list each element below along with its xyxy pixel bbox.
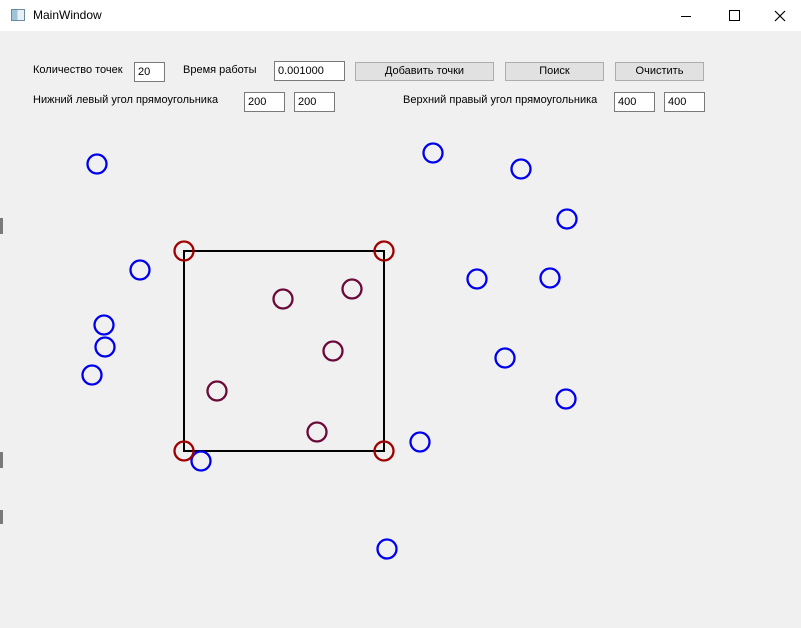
close-icon <box>774 10 786 21</box>
upper-right-y-input[interactable]: 400 <box>664 92 705 112</box>
app-icon <box>11 9 25 21</box>
point-marker-outside <box>94 336 116 358</box>
point-marker-inside <box>306 421 328 443</box>
clear-button[interactable]: Очистить <box>615 62 704 81</box>
upper-right-corner-label: Верхний правый угол прямоугольника <box>403 94 598 106</box>
close-button[interactable] <box>757 0 801 31</box>
point-marker-outside <box>510 158 532 180</box>
point-marker-outside <box>190 450 212 472</box>
add-points-button[interactable]: Добавить точки <box>355 62 494 81</box>
maximize-button[interactable] <box>711 0 757 31</box>
point-marker-outside <box>376 538 398 560</box>
point-marker-inside <box>272 288 294 310</box>
point-marker-outside <box>409 431 431 453</box>
maximize-icon <box>728 10 740 21</box>
minimize-button[interactable] <box>663 0 709 31</box>
point-marker-outside <box>93 314 115 336</box>
title-bar: MainWindow <box>0 0 801 31</box>
point-marker-outside <box>494 347 516 369</box>
corner-marker <box>373 440 395 462</box>
point-marker-inside <box>206 380 228 402</box>
point-marker-outside <box>129 259 151 281</box>
point-marker-outside <box>86 153 108 175</box>
window-title: MainWindow <box>33 8 102 22</box>
point-marker-outside <box>539 267 561 289</box>
left-edge-marker <box>0 218 3 234</box>
corner-marker <box>373 240 395 262</box>
left-edge-marker <box>0 452 3 468</box>
lower-left-x-input[interactable]: 200 <box>244 92 285 112</box>
run-time-field[interactable]: 0.001000 <box>274 61 345 81</box>
run-time-label: Время работы <box>183 64 257 76</box>
corner-marker <box>173 240 195 262</box>
corner-marker <box>173 440 195 462</box>
upper-right-x-input[interactable]: 400 <box>614 92 655 112</box>
minimize-icon <box>681 16 691 17</box>
point-marker-outside <box>556 208 578 230</box>
point-marker-inside <box>341 278 363 300</box>
lower-left-y-input[interactable]: 200 <box>294 92 335 112</box>
point-count-input[interactable]: 20 <box>134 62 165 82</box>
left-edge-marker <box>0 510 3 524</box>
search-button[interactable]: Поиск <box>505 62 604 81</box>
point-count-label: Количество точек <box>33 64 123 76</box>
point-marker-outside <box>466 268 488 290</box>
point-marker-outside <box>81 364 103 386</box>
search-rectangle <box>183 250 385 452</box>
point-marker-outside <box>422 142 444 164</box>
point-marker-inside <box>322 340 344 362</box>
point-marker-outside <box>555 388 577 410</box>
lower-left-corner-label: Нижний левый угол прямоугольника <box>33 94 219 106</box>
